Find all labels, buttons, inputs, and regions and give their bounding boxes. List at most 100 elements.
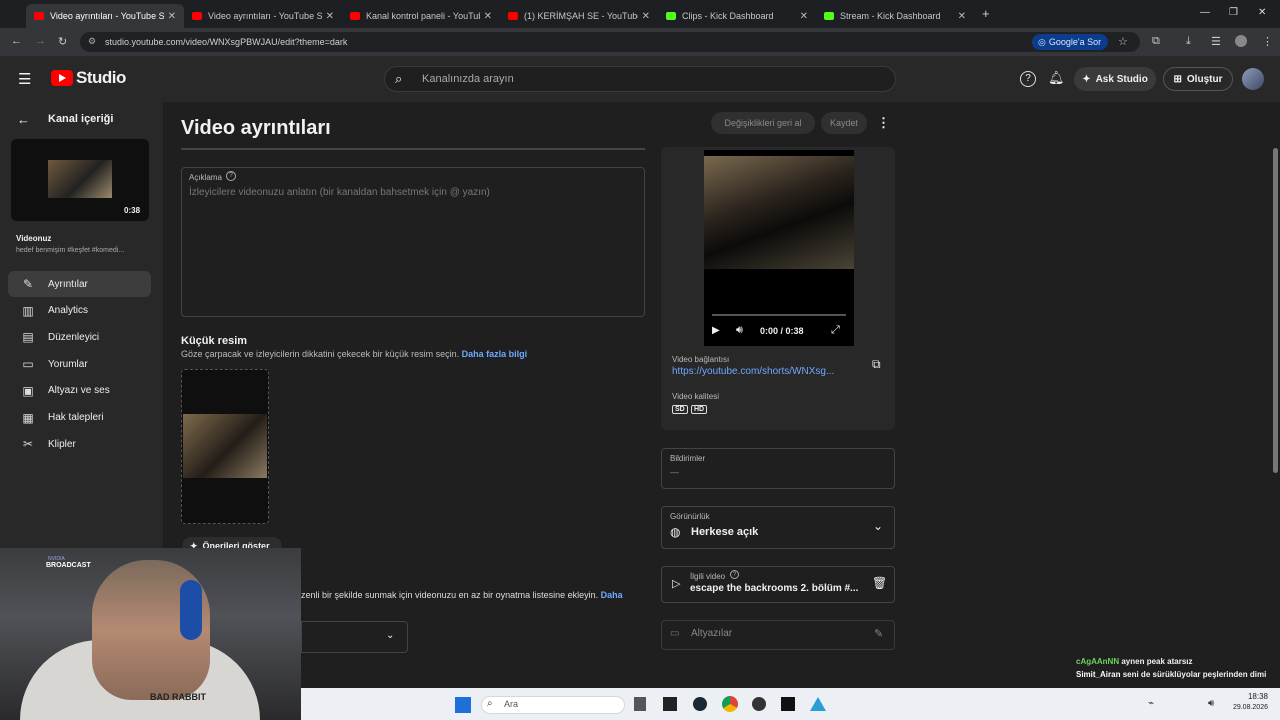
network-icon[interactable]: ⌁ bbox=[1148, 698, 1154, 709]
volume-tray-icon[interactable]: 🔊︎ bbox=[1208, 698, 1214, 709]
related-help-icon[interactable]: ? bbox=[730, 570, 739, 579]
tab-close-icon[interactable]: ✕ bbox=[326, 11, 334, 22]
sidebar-item[interactable]: ✂ Klipler bbox=[8, 431, 151, 457]
maximize-button[interactable]: ❐ bbox=[1229, 7, 1238, 18]
download-icon[interactable]: ⤓ bbox=[1186, 35, 1191, 48]
site-info-icon[interactable]: ⚙ bbox=[88, 36, 96, 47]
browser-tab[interactable]: Stream - Kick Dashboard ✕ bbox=[816, 4, 974, 28]
undo-changes-button[interactable]: Değişiklikleri geri al bbox=[711, 112, 815, 134]
youtube-logo-icon[interactable] bbox=[51, 70, 73, 86]
sidebar-item-label: Yorumlar bbox=[48, 358, 88, 370]
thumbnail-section-title: Küçük resim bbox=[181, 335, 248, 347]
related-video-value: escape the backrooms 2. bölüm #... bbox=[690, 583, 859, 594]
back-arrow-icon[interactable]: ← bbox=[17, 112, 30, 127]
tab-label: (1) KERİMŞAH SE - YouTube bbox=[524, 11, 638, 21]
tab-search-icon[interactable]: ☰ bbox=[1211, 35, 1221, 48]
create-button[interactable]: ⊞ Oluştur bbox=[1163, 67, 1233, 91]
studio-logo-text[interactable]: Studio bbox=[76, 68, 126, 88]
sidebar-item[interactable]: ▭ Yorumlar bbox=[8, 351, 151, 377]
video-link[interactable]: https://youtube.com/shorts/WNXsg... bbox=[672, 366, 834, 377]
help-icon[interactable]: ? bbox=[1020, 71, 1036, 87]
sidebar-item[interactable]: ▥ Analytics bbox=[8, 298, 151, 324]
playlist-desc: zenli bir şekilde sunmak için videonuzu … bbox=[301, 590, 623, 600]
tab-close-icon[interactable]: ✕ bbox=[800, 11, 808, 22]
thumbnail-desc-text: Göze çarpacak ve izleyicilerin dikkatini… bbox=[181, 349, 460, 359]
page-scrollbar[interactable] bbox=[1273, 148, 1278, 473]
tab-favicon-icon bbox=[192, 12, 202, 20]
sidebar-item[interactable]: ▣ Altyazı ve ses bbox=[8, 378, 151, 404]
notifications-bell-icon[interactable]: 🔔︎ bbox=[1048, 70, 1065, 86]
volume-icon[interactable]: 🔊︎ bbox=[736, 324, 743, 337]
tab-close-icon[interactable]: ✕ bbox=[484, 11, 492, 22]
tab-close-icon[interactable]: ✕ bbox=[642, 11, 650, 22]
copy-icon[interactable]: ⧉ bbox=[872, 357, 881, 372]
chat-text: seni de sürüklüyolar peşlerinden dimi bbox=[1122, 670, 1267, 679]
chrome-menu-icon[interactable]: ⋮ bbox=[1262, 35, 1273, 48]
ask-studio-button[interactable]: ✦ Ask Studio bbox=[1074, 67, 1156, 91]
visibility-label: Görünürlük bbox=[670, 512, 710, 521]
create-camera-icon: ⊞ bbox=[1173, 73, 1182, 85]
account-avatar[interactable] bbox=[1242, 68, 1264, 90]
capcut-icon[interactable] bbox=[781, 697, 795, 711]
sidebar-item[interactable]: ✎ Ayrıntılar bbox=[8, 271, 151, 297]
more-options-icon[interactable]: ⋮ bbox=[877, 115, 890, 131]
sidebar-video-title: Videonuz bbox=[16, 234, 52, 243]
browser-tab[interactable]: (1) KERİMŞAH SE - YouTube ✕ bbox=[500, 4, 658, 28]
trash-icon[interactable]: 🗑︎ bbox=[872, 576, 887, 590]
play-icon[interactable]: ▶ bbox=[712, 325, 720, 336]
subtitles-placeholder: Altyazılar bbox=[691, 628, 733, 639]
extensions-icon[interactable]: ⧉ bbox=[1152, 35, 1160, 48]
hamburger-menu-icon[interactable]: ☰ bbox=[18, 70, 31, 88]
visibility-chevron-down-icon: ⌄ bbox=[873, 519, 884, 533]
sidebar-item[interactable]: ▦ Hak talepleri bbox=[8, 405, 151, 431]
steam-icon[interactable] bbox=[693, 697, 707, 711]
scissors-icon: ✂ bbox=[22, 437, 34, 452]
obs-icon[interactable] bbox=[752, 697, 766, 711]
tab-label: Stream - Kick Dashboard bbox=[840, 11, 941, 21]
taskbar-search[interactable] bbox=[481, 696, 625, 714]
sidebar-item[interactable]: ▤ Düzenleyici bbox=[8, 324, 151, 350]
tab-favicon-icon bbox=[508, 12, 518, 20]
forward-icon[interactable]: → bbox=[35, 35, 46, 47]
shirt-text: BAD RABBIT bbox=[150, 692, 206, 702]
windows-start-icon[interactable] bbox=[455, 697, 471, 713]
browser-tab[interactable]: Video ayrıntıları - YouTube Stu ✕ bbox=[26, 4, 184, 28]
profile-avatar[interactable] bbox=[1235, 35, 1247, 47]
tab-close-icon[interactable]: ✕ bbox=[168, 11, 176, 22]
video-link-label: Video bağlantısı bbox=[672, 355, 730, 364]
channel-content-link[interactable]: Kanal içeriği bbox=[48, 113, 113, 125]
save-button[interactable]: Kaydet bbox=[821, 112, 867, 134]
sidebar-item-label: Düzenleyici bbox=[48, 331, 100, 343]
stream-chat-overlay: cAgAAnNN aynen peak atarsız Simit_Airan s… bbox=[1076, 655, 1266, 681]
taskbar-app-icon[interactable] bbox=[663, 697, 677, 711]
subtitles-icon: ▭ bbox=[670, 628, 680, 639]
video-progress-track[interactable] bbox=[712, 314, 846, 316]
video-quality-label: Video kalitesi bbox=[672, 392, 719, 401]
back-icon[interactable]: ← bbox=[11, 35, 22, 47]
sidebar-item-label: Altyazı ve ses bbox=[48, 385, 110, 397]
comments-icon: ▭ bbox=[22, 357, 34, 372]
task-view-icon[interactable] bbox=[634, 697, 646, 711]
browser-tab[interactable]: Video ayrıntıları - YouTube Stud ✕ bbox=[184, 4, 342, 28]
description-help-icon[interactable]: ? bbox=[226, 171, 236, 181]
thumb-duration: 0:38 bbox=[124, 206, 141, 215]
playlist-more-link[interactable]: Daha bbox=[601, 590, 623, 600]
playlist-chevron-down-icon: ⌄ bbox=[386, 630, 395, 641]
google-sor-button[interactable]: ◎ Google'a Sor bbox=[1032, 34, 1108, 50]
edit-pencil-icon[interactable]: ✎ bbox=[874, 627, 883, 640]
tab-close-icon[interactable]: ✕ bbox=[958, 11, 966, 22]
learn-more-link[interactable]: Daha fazla bilgi bbox=[462, 349, 528, 359]
browser-tab[interactable]: Kanal kontrol paneli - YouTube ✕ bbox=[342, 4, 500, 28]
fullscreen-icon[interactable]: ⤢ bbox=[831, 324, 840, 337]
related-play-icon: ▷ bbox=[672, 578, 681, 590]
bookmark-star-icon[interactable]: ☆ bbox=[1118, 35, 1128, 48]
taskbar-search-text: Ara bbox=[504, 699, 519, 709]
minimize-button[interactable]: — bbox=[1200, 7, 1210, 18]
globe-icon: ◍ bbox=[670, 525, 681, 539]
url-text[interactable]: studio.youtube.com/video/WNXsgPBWJAU/edi… bbox=[105, 37, 347, 47]
chrome-icon[interactable] bbox=[722, 696, 738, 712]
close-window-button[interactable]: ✕ bbox=[1258, 7, 1266, 18]
new-tab-button[interactable]: + bbox=[982, 6, 990, 21]
browser-tab[interactable]: Clips - Kick Dashboard ✕ bbox=[658, 4, 816, 28]
reload-icon[interactable]: ↻ bbox=[58, 35, 67, 48]
